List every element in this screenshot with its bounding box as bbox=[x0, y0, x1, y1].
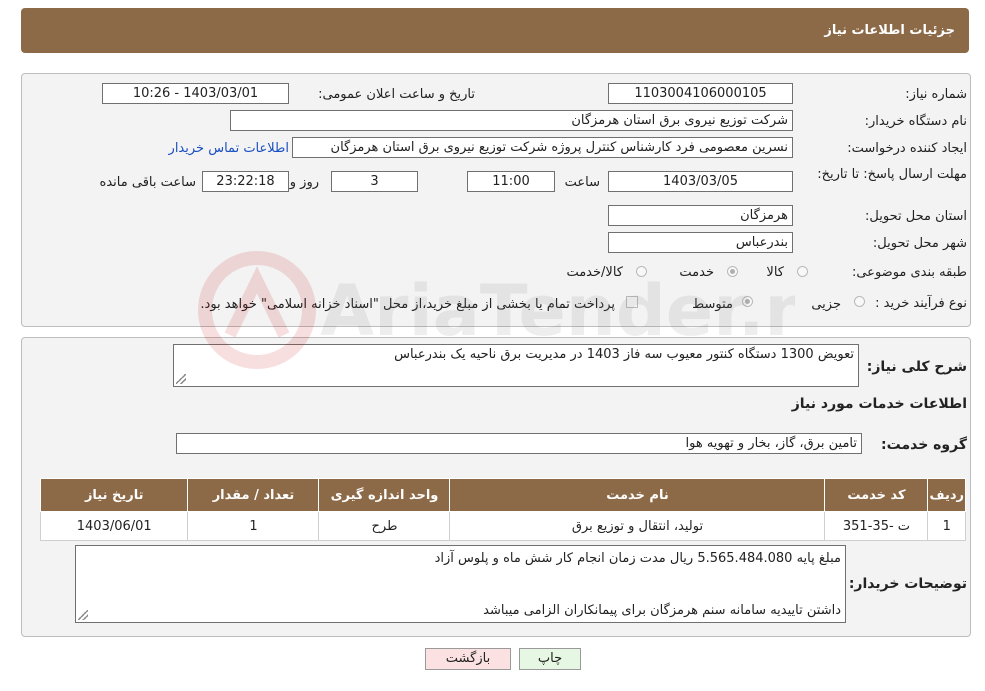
buyer-notes-label: توضیحات خریدار: bbox=[848, 576, 967, 592]
page-header: جزئیات اطلاعات نیاز bbox=[21, 8, 969, 53]
treasury-payment-note: پرداخت تمام یا بخشی از مبلغ خرید،از محل … bbox=[200, 297, 615, 312]
deadline-label: مهلت ارسال پاسخ: تا تاریخ: bbox=[817, 167, 967, 182]
creator-field: نسرین معصومی فرد کارشناس کنترل پروژه شرک… bbox=[292, 137, 793, 158]
resize-grip-icon[interactable] bbox=[78, 610, 88, 620]
category-radio-goods-service[interactable] bbox=[636, 266, 647, 277]
col-unit: واحد اندازه گیری bbox=[318, 478, 451, 512]
print-button[interactable]: چاپ bbox=[519, 648, 581, 670]
col-service-name: نام خدمت bbox=[449, 478, 826, 512]
col-quantity: تعداد / مقدار bbox=[187, 478, 320, 512]
summary-text: تعویض 1300 دستگاه کنتور معیوب سه فاز 140… bbox=[394, 347, 854, 362]
city-label: شهر محل تحویل: bbox=[872, 236, 967, 251]
category-radio-goods[interactable] bbox=[797, 266, 808, 277]
category-option-service: خدمت bbox=[679, 265, 714, 280]
col-row-number: ردیف bbox=[927, 478, 966, 512]
service-group-label: گروه خدمت: bbox=[881, 437, 967, 453]
announce-datetime-label: تاریخ و ساعت اعلان عمومی: bbox=[318, 87, 475, 102]
page-title: جزئیات اطلاعات نیاز bbox=[824, 23, 955, 38]
deadline-date-field: 1403/03/05 bbox=[608, 171, 793, 192]
cell-quantity: 1 bbox=[187, 511, 320, 541]
days-label: روز و bbox=[289, 175, 319, 190]
cell-row-number: 1 bbox=[927, 511, 966, 541]
table-header-row: ردیف کد خدمت نام خدمت واحد اندازه گیری ت… bbox=[39, 478, 966, 512]
category-radio-service[interactable] bbox=[727, 266, 738, 277]
buyer-org-field: شرکت توزیع نیروی برق استان هرمزگان bbox=[230, 110, 793, 131]
summary-textarea: تعویض 1300 دستگاه کنتور معیوب سه فاز 140… bbox=[173, 344, 859, 387]
buyer-notes-textarea: مبلغ پایه 5.565.484.080 ریال مدت زمان ان… bbox=[75, 545, 846, 623]
cell-unit: طرح bbox=[318, 511, 451, 541]
deadline-time-field: 11:00 bbox=[467, 171, 555, 192]
table-row: 1 ت -35-351 تولید، انتقال و توزیع برق طر… bbox=[39, 511, 966, 541]
city-field: بندرعباس bbox=[608, 232, 793, 253]
remaining-time-field: 23:22:18 bbox=[202, 171, 289, 192]
col-service-code: کد خدمت bbox=[824, 478, 929, 512]
services-section-title: اطلاعات خدمات مورد نیاز bbox=[791, 396, 967, 412]
category-option-goods: کالا bbox=[766, 265, 784, 280]
category-option-goods-service: کالا/خدمت bbox=[566, 265, 623, 280]
process-radio-medium[interactable] bbox=[742, 296, 753, 307]
remaining-time-label: ساعت باقی مانده bbox=[99, 175, 196, 190]
cell-service-code: ت -35-351 bbox=[824, 511, 929, 541]
creator-label: ایجاد کننده درخواست: bbox=[847, 141, 967, 156]
buyer-notes-line-2: داشتن تاییدیه سامانه سنم هرمزگان برای پی… bbox=[483, 603, 841, 618]
purchase-process-label: نوع فرآیند خرید : bbox=[875, 296, 967, 311]
deadline-time-label: ساعت bbox=[564, 175, 600, 190]
need-number-field: 1103004106000105 bbox=[608, 83, 793, 104]
summary-label: شرح کلی نیاز: bbox=[866, 359, 967, 375]
buyer-contact-link[interactable]: اطلاعات تماس خریدار bbox=[169, 141, 289, 156]
resize-grip-icon[interactable] bbox=[176, 374, 186, 384]
cell-need-date: 1403/06/01 bbox=[39, 511, 189, 541]
process-option-minor: جزیی bbox=[811, 297, 841, 312]
process-option-medium: متوسط bbox=[692, 297, 733, 312]
back-button[interactable]: بازگشت bbox=[425, 648, 511, 670]
process-radio-minor[interactable] bbox=[854, 296, 865, 307]
announce-datetime-field: 1403/03/01 - 10:26 bbox=[102, 83, 289, 104]
days-remaining-field: 3 bbox=[331, 171, 418, 192]
buyer-org-label: نام دستگاه خریدار: bbox=[864, 114, 967, 129]
cell-service-name: تولید، انتقال و توزیع برق bbox=[449, 511, 826, 541]
col-need-date: تاریخ نیاز bbox=[39, 478, 189, 512]
services-table: ردیف کد خدمت نام خدمت واحد اندازه گیری ت… bbox=[39, 478, 966, 541]
need-number-label: شماره نیاز: bbox=[905, 87, 967, 102]
service-group-field: تامین برق، گاز، بخار و تهویه هوا bbox=[176, 433, 862, 454]
category-label: طبقه بندی موضوعی: bbox=[851, 265, 967, 280]
province-field: هرمزگان bbox=[608, 205, 793, 226]
province-label: استان محل تحویل: bbox=[865, 209, 967, 224]
treasury-payment-checkbox[interactable] bbox=[626, 296, 638, 308]
buyer-notes-line-1: مبلغ پایه 5.565.484.080 ریال مدت زمان ان… bbox=[434, 551, 841, 566]
